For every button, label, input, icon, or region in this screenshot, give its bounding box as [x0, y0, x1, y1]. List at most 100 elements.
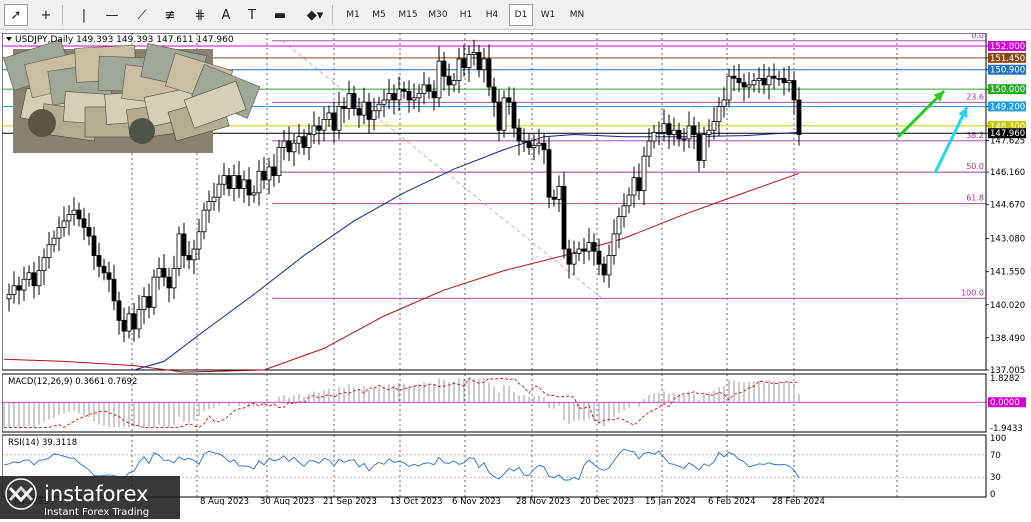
chart-area[interactable]: 0.0 23.6 38.2 50.0 61.8 100.0 USDJPY,Daily 149… [1, 31, 1029, 507]
timeframe-m1-button[interactable]: M1 [341, 4, 365, 26]
candle-body [371, 110, 377, 120]
candle-body [66, 214, 72, 222]
candle-body [671, 129, 677, 135]
candle-body [256, 170, 262, 194]
candle-body [246, 179, 252, 196]
candle-body [46, 244, 52, 259]
candle-body [451, 80, 457, 86]
candle-body [791, 80, 797, 101]
candle-body [376, 103, 382, 112]
candle-body [741, 82, 747, 88]
macd-tick-label: 0.0000 [990, 398, 1020, 408]
timeframe-h4-button[interactable]: H4 [480, 4, 504, 26]
text-label-icon[interactable]: T [240, 4, 264, 26]
candle-body [346, 93, 352, 110]
time-axis-label: 15 Jan 2024 [645, 497, 696, 505]
candle-body [96, 255, 102, 267]
price-tick-label: 144.670 [990, 200, 1025, 210]
candle-body [756, 77, 762, 81]
candle-body [626, 194, 632, 207]
candle-body [86, 227, 92, 237]
horizontal-line-icon[interactable]: — [100, 4, 124, 26]
fib-level-label: 100.0 [961, 288, 984, 297]
time-axis-label: 28 Nov 2023 [516, 497, 570, 505]
candle-body [151, 276, 157, 308]
candle-body [291, 142, 297, 153]
price-tick-label: 151.450 [990, 54, 1025, 64]
candle-body [406, 90, 412, 101]
equidistant-channel-icon[interactable]: ≢ [158, 4, 182, 26]
candle-body [656, 131, 662, 134]
candle-body [56, 227, 62, 239]
candle-body [576, 248, 582, 254]
chart-svg[interactable]: 0.0 23.6 38.2 50.0 61.8 100.0 USDJPY,Daily 149… [1, 31, 1029, 507]
candle-body [631, 177, 637, 196]
candle-body [706, 129, 712, 135]
text-icon[interactable]: A [214, 4, 238, 26]
macd-label: MACD(12,26,9) 0.3661 0.7692 [8, 377, 137, 387]
macd-tick-label: 1.8282 [990, 374, 1020, 384]
candle-body [546, 149, 552, 198]
time-axis-label: 13 Oct 2023 [390, 497, 443, 505]
candle-body [161, 268, 167, 278]
timeframe-w1-button[interactable]: W1 [536, 4, 560, 26]
candle-body [611, 233, 617, 256]
timeframe-mn-button[interactable]: MN [565, 4, 589, 26]
price-tick-label: 138.490 [990, 334, 1025, 344]
rsi-label: RSI(14) 39.3118 [8, 438, 77, 448]
trendline-icon[interactable]: ⟋ [130, 4, 154, 26]
candle-body [441, 60, 447, 77]
fib-level-label: 0.0 [971, 33, 984, 40]
timeframe-h1-button[interactable]: H1 [454, 4, 478, 26]
candle-body [526, 140, 532, 148]
candle-body [781, 77, 787, 84]
candle-body [31, 272, 37, 287]
fibonacci-icon[interactable]: ⋕ [188, 4, 212, 26]
candle-body [331, 112, 337, 131]
candle-body [306, 134, 312, 148]
timeframe-m30-button[interactable]: M30 [424, 4, 452, 26]
candle-body [501, 97, 507, 131]
candle-body [181, 233, 187, 256]
candle-body [556, 185, 562, 200]
candle-body [686, 125, 692, 140]
candle-body [416, 93, 422, 99]
vertical-line-icon[interactable]: | [72, 4, 96, 26]
candle-body [156, 268, 162, 278]
candle-body [366, 101, 372, 120]
candle-body [341, 106, 347, 110]
candle-body [211, 196, 217, 202]
timeframe-d1-button[interactable]: D1 [509, 4, 533, 26]
candle-body [101, 265, 107, 274]
candle-body [386, 93, 392, 101]
candle-body [586, 242, 592, 252]
crosshair-icon[interactable]: + [34, 4, 58, 26]
candle-body [61, 220, 67, 228]
candle-body [426, 84, 432, 92]
candle-body [136, 309, 142, 330]
price-tick-label: 146.160 [990, 168, 1025, 178]
candle-body [191, 248, 197, 261]
shapes-menu-icon[interactable]: ◆▾ [300, 4, 330, 26]
rectangle-icon[interactable]: ▬ [268, 4, 292, 26]
candle-body [251, 192, 257, 196]
candle-body [391, 93, 397, 101]
instaforex-logo-icon [5, 478, 37, 510]
candle-body [91, 235, 97, 256]
timeframe-m15-button[interactable]: M15 [394, 4, 422, 26]
candle-body [581, 248, 587, 252]
cursor-icon[interactable]: ➚ [4, 4, 28, 26]
timeframe-m5-button[interactable]: M5 [367, 4, 391, 26]
candle-body [476, 52, 482, 71]
candle-body [271, 166, 277, 176]
candle-body [336, 106, 342, 131]
candle-body [616, 216, 622, 235]
candle-body [231, 175, 237, 189]
time-axis-label: 28 Feb 2024 [772, 497, 825, 505]
candle-body [226, 175, 232, 189]
candle-body [651, 131, 657, 142]
candle-body [716, 106, 722, 122]
candle-body [591, 242, 597, 252]
candle-body [536, 142, 542, 146]
candle-body [771, 75, 777, 79]
